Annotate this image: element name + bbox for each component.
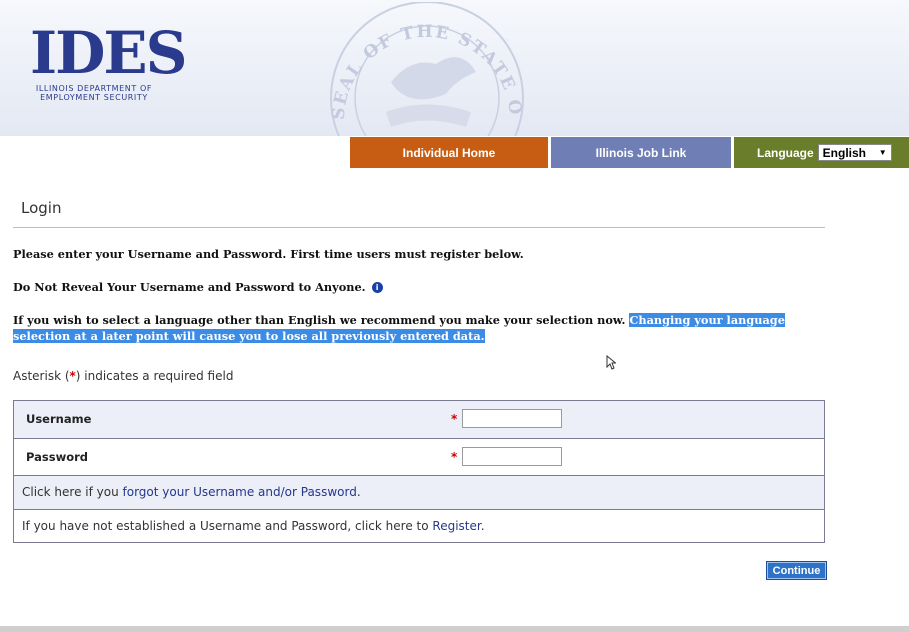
continue-button[interactable]: Continue [766,561,827,580]
security-warning-text: Do Not Reveal Your Username and Password… [13,280,366,294]
username-required-mark: * [451,412,458,426]
seal-text: SEAL OF THE STATE OF ILLINOIS [316,2,523,121]
ides-logo[interactable]: IDES ILLINOIS DEPARTMENT OF EMPLOYMENT S… [30,19,188,102]
forgot-suffix: . [356,485,361,499]
page-title: Login [21,199,62,217]
chevron-down-icon: ▼ [878,148,887,157]
language-note-text: If you wish to select a language other t… [13,313,626,327]
state-seal-icon: SEAL OF THE STATE OF ILLINOIS [316,2,525,136]
nav-individual-home[interactable]: Individual Home [350,137,548,168]
username-label: Username [26,412,92,426]
language-label: Language [757,145,814,160]
logo-subtitle-2: EMPLOYMENT SECURITY [40,93,148,102]
forgot-credentials-link[interactable]: forgot your Username and/or Password [123,485,357,499]
nav-language: Language English ▼ [734,137,909,168]
required-field-note: Asterisk (*) indicates a required field [13,369,233,383]
site-header: IDES ILLINOIS DEPARTMENT OF EMPLOYMENT S… [0,0,909,136]
mouse-cursor-icon [606,355,616,370]
logo-letters: IDES [30,19,188,87]
language-selected-value: English [822,145,867,160]
register-text: If you have not established a Username a… [22,519,485,533]
username-row: Username * [14,401,824,439]
asterisk-prefix: Asterisk ( [13,369,70,383]
password-label: Password [26,450,88,464]
register-row: If you have not established a Username a… [14,510,824,542]
security-warning: Do Not Reveal Your Username and Password… [13,280,383,294]
password-input[interactable] [462,447,562,466]
password-required-mark: * [451,450,458,464]
password-row: Password * [14,439,824,476]
logo-subtitle-1: ILLINOIS DEPARTMENT OF [35,84,153,93]
forgot-credentials-text: Click here if you forgot your Username a… [22,485,361,499]
forgot-prefix: Click here if you [22,485,123,499]
info-icon[interactable]: i [371,282,383,293]
language-select[interactable]: English ▼ [817,144,892,161]
nav-illinois-job-link[interactable]: Illinois Job Link [551,137,731,168]
login-instruction: Please enter your Username and Password.… [13,247,524,261]
forgot-credentials-row: Click here if you forgot your Username a… [14,476,824,510]
username-input[interactable] [462,409,562,428]
title-divider [13,227,825,228]
language-notice: If you wish to select a language other t… [13,312,833,344]
register-prefix: If you have not established a Username a… [22,519,433,533]
login-form: Username * Password * Click here if you … [13,400,825,543]
asterisk-suffix: ) indicates a required field [75,369,234,383]
register-suffix: . [480,519,485,533]
svg-text:SEAL OF THE STATE OF ILLINOIS: SEAL OF THE STATE OF ILLINOIS [316,2,525,121]
bottom-border [0,626,909,632]
register-link[interactable]: Register [432,519,480,533]
